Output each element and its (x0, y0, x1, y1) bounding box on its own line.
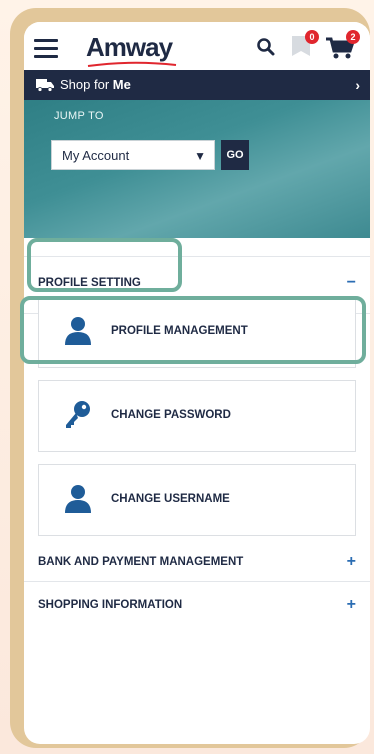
cart-count-badge: 2 (346, 30, 360, 44)
bank-payment-title: BANK AND PAYMENT MANAGEMENT (38, 556, 244, 568)
chevron-down-icon: ▼ (194, 149, 206, 163)
hamburger-icon[interactable] (34, 39, 58, 58)
shop-for-label: Shop for (60, 77, 110, 92)
change-username-card[interactable]: CHANGE USERNAME (38, 464, 356, 536)
shopping-information-title: SHOPPING INFORMATION (38, 599, 183, 611)
top-header: Amway 0 2 (24, 22, 370, 70)
key-icon (66, 401, 90, 428)
app-screen: Amway 0 2 Shop for Me › JUMP TO My Accou… (24, 22, 370, 744)
highlight-profile-management (20, 296, 366, 364)
jump-to-panel: JUMP TO My Account ▼ GO (24, 100, 370, 238)
expand-icon[interactable]: + (347, 596, 356, 614)
truck-icon (36, 79, 54, 92)
logo-swoosh-icon (87, 61, 177, 67)
expand-icon[interactable]: + (347, 553, 356, 571)
chevron-right-icon[interactable]: › (355, 70, 360, 100)
bank-payment-section[interactable]: BANK AND PAYMENT MANAGEMENT + (24, 546, 370, 582)
highlight-profile-setting (27, 238, 182, 292)
flag-count-badge: 0 (305, 30, 319, 44)
change-password-label: CHANGE PASSWORD (111, 409, 231, 421)
amway-logo[interactable]: Amway (86, 32, 173, 63)
shop-for-bar[interactable]: Shop for Me › (24, 70, 370, 100)
user-icon (65, 485, 91, 513)
change-username-label: CHANGE USERNAME (111, 493, 230, 505)
jump-to-selected-value: My Account (62, 148, 130, 163)
collapse-icon[interactable]: − (347, 274, 356, 292)
go-button[interactable]: GO (221, 140, 249, 170)
jump-to-select[interactable]: My Account ▼ (51, 140, 215, 170)
shop-for-target: Me (112, 77, 131, 92)
jump-to-label: JUMP TO (54, 110, 104, 122)
change-password-card[interactable]: CHANGE PASSWORD (38, 380, 356, 452)
shopping-information-section[interactable]: SHOPPING INFORMATION + (24, 594, 370, 620)
search-icon[interactable] (256, 37, 276, 57)
